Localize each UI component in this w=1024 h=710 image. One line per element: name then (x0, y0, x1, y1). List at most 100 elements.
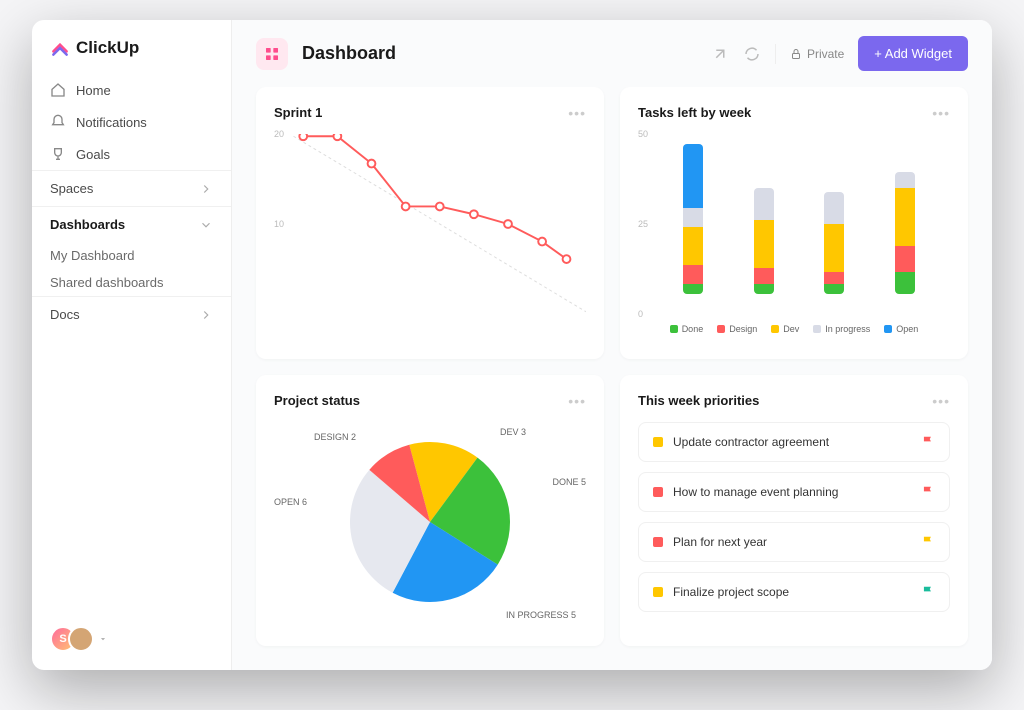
sidebar: ClickUp Home Notifications Goals Spaces … (32, 20, 232, 670)
bar-column (683, 144, 703, 294)
priority-text: Plan for next year (673, 535, 767, 549)
legend-label: Open (896, 324, 918, 334)
priority-item[interactable]: Plan for next year (638, 522, 950, 562)
legend-item: Done (670, 324, 704, 334)
priority-text: Finalize project scope (673, 585, 789, 599)
card-project-status: Project status ••• DESIGN 2 DEV 3 DONE 5… (256, 375, 604, 647)
bar-column (824, 192, 844, 294)
bar-segment (754, 284, 774, 294)
tasks-legend: Done Design Dev In progress Open (638, 324, 950, 334)
legend-label: In progress (825, 324, 870, 334)
legend-label: Dev (783, 324, 799, 334)
card-status-title: Project status (274, 393, 586, 408)
priority-list: Update contractor agreement How to manage… (638, 422, 950, 612)
nav-home[interactable]: Home (32, 74, 231, 106)
section-spaces[interactable]: Spaces (32, 170, 231, 206)
bar-column (895, 172, 915, 294)
privacy-indicator[interactable]: Private (790, 47, 844, 61)
legend-item: Dev (771, 324, 799, 334)
card-tasks-left: Tasks left by week ••• 50 25 0 Done Desig… (620, 87, 968, 359)
legend-swatch (717, 325, 725, 333)
pie-label-dev: DEV 3 (500, 427, 526, 437)
legend-swatch (813, 325, 821, 333)
bar-segment (895, 188, 915, 246)
priority-text: Update contractor agreement (673, 435, 829, 449)
card-priorities: This week priorities ••• Update contract… (620, 375, 968, 647)
section-dashboards-label: Dashboards (50, 217, 125, 232)
sidebar-item-my-dashboard[interactable]: My Dashboard (32, 242, 231, 269)
bar-segment (754, 268, 774, 284)
nav-notifications[interactable]: Notifications (32, 106, 231, 138)
priority-swatch (653, 587, 663, 597)
dashboard-icon (256, 38, 288, 70)
flag-icon (921, 585, 935, 599)
bar-segment (683, 284, 703, 294)
refresh-icon[interactable] (743, 45, 761, 63)
legend-swatch (670, 325, 678, 333)
caret-down-icon[interactable] (98, 632, 108, 646)
flag-icon (921, 535, 935, 549)
pie-label-done: DONE 5 (552, 477, 586, 487)
sidebar-footer: S (32, 626, 231, 652)
priority-item[interactable]: How to manage event planning (638, 472, 950, 512)
nav-goals[interactable]: Goals (32, 138, 231, 170)
legend-label: Done (682, 324, 704, 334)
clickup-logo-icon (50, 38, 70, 58)
priority-item[interactable]: Update contractor agreement (638, 422, 950, 462)
card-priorities-title: This week priorities (638, 393, 950, 408)
nav-home-label: Home (76, 83, 111, 98)
bar-segment (754, 220, 774, 268)
legend-item: Design (717, 324, 757, 334)
bar-segment (824, 192, 844, 224)
bar-column (754, 188, 774, 294)
y-tick: 25 (638, 219, 648, 229)
pie-label-open: OPEN 6 (274, 497, 307, 507)
legend-label: Design (729, 324, 757, 334)
section-docs[interactable]: Docs (32, 296, 231, 332)
card-menu-icon[interactable]: ••• (932, 105, 950, 121)
brand-logo[interactable]: ClickUp (32, 38, 231, 74)
priority-swatch (653, 537, 663, 547)
privacy-label: Private (807, 47, 844, 61)
card-menu-icon[interactable]: ••• (568, 393, 586, 409)
priority-item[interactable]: Finalize project scope (638, 572, 950, 612)
card-sprint: Sprint 1 ••• 20 10 (256, 87, 604, 359)
card-tasks-title: Tasks left by week (638, 105, 950, 120)
legend-item: In progress (813, 324, 870, 334)
y-tick: 0 (638, 309, 643, 319)
bell-icon (50, 114, 66, 130)
tasks-chart: 50 25 0 (638, 134, 950, 314)
sidebar-item-shared-dashboards[interactable]: Shared dashboards (32, 269, 231, 296)
expand-icon[interactable] (711, 45, 729, 63)
pie-svg (330, 422, 530, 622)
bar-segment (895, 272, 915, 294)
chevron-down-icon (199, 218, 213, 232)
priority-swatch (653, 437, 663, 447)
sprint-chart: 20 10 (274, 134, 586, 314)
bar-segment (683, 265, 703, 284)
section-dashboards[interactable]: Dashboards (32, 206, 231, 242)
page-title: Dashboard (302, 43, 396, 64)
pie-label-design: DESIGN 2 (314, 432, 356, 442)
card-menu-icon[interactable]: ••• (568, 105, 586, 121)
card-menu-icon[interactable]: ••• (932, 393, 950, 409)
bar-segment (683, 144, 703, 208)
section-docs-label: Docs (50, 307, 80, 322)
line-chart-svg (274, 134, 586, 314)
bar-segment (683, 227, 703, 265)
avatar-user-2[interactable] (68, 626, 94, 652)
legend-item: Open (884, 324, 918, 334)
pie-chart: DESIGN 2 DEV 3 DONE 5 IN PROGRESS 5 OPEN… (274, 422, 586, 622)
brand-name: ClickUp (76, 38, 139, 58)
bar-segment (824, 284, 844, 294)
home-icon (50, 82, 66, 98)
nav-notifications-label: Notifications (76, 115, 147, 130)
section-spaces-label: Spaces (50, 181, 93, 196)
legend-swatch (771, 325, 779, 333)
nav-goals-label: Goals (76, 147, 110, 162)
bar-segment (683, 208, 703, 227)
chevron-right-icon (199, 308, 213, 322)
trophy-icon (50, 146, 66, 162)
add-widget-button[interactable]: + Add Widget (858, 36, 968, 71)
main-content: Dashboard Private + Add Widget Sprint 1 … (232, 20, 992, 670)
